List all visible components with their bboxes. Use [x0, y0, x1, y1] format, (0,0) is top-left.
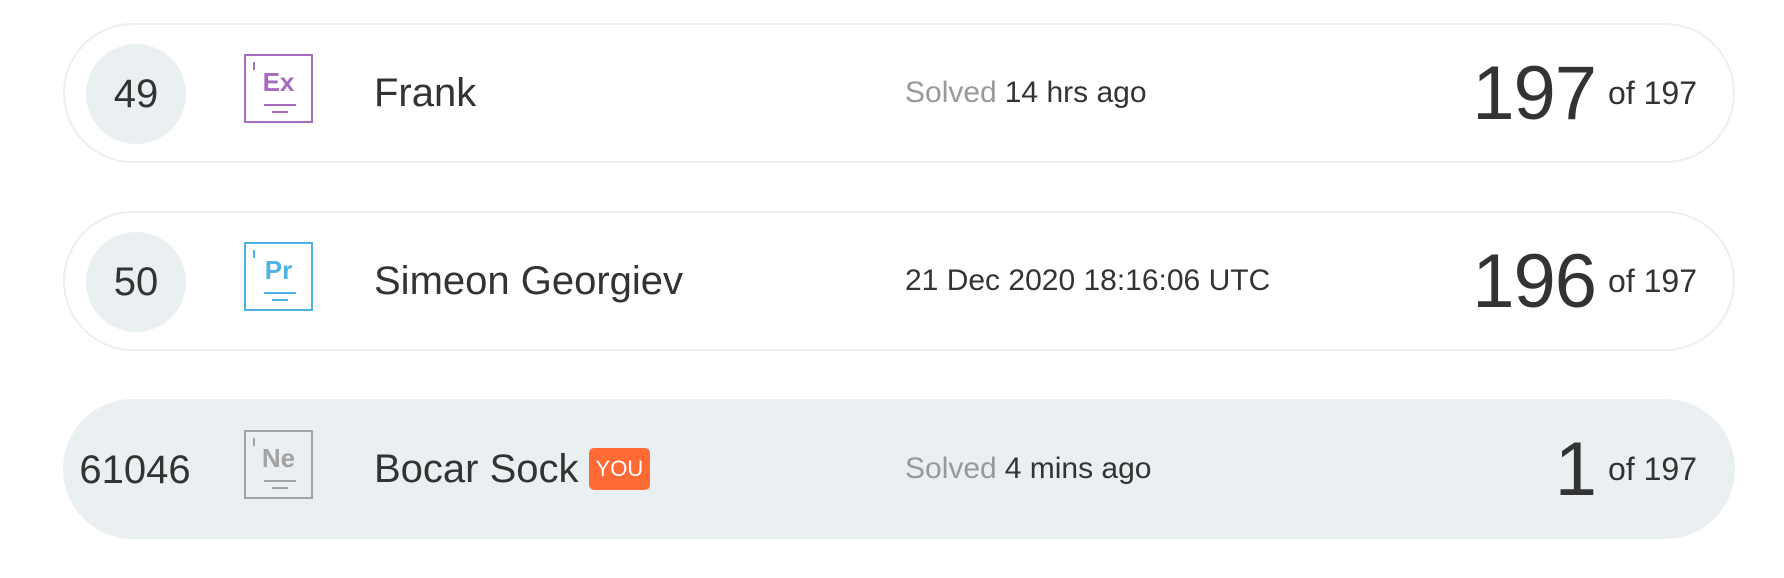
level-underline [264, 480, 296, 482]
status-value: 4 mins ago [1004, 452, 1152, 485]
level-underline [264, 292, 296, 294]
score-value: 1 [1554, 426, 1597, 512]
leaderboard-row-current-user[interactable]: 61046 Ne Bocar Sock YOU Solved 4 mins ag… [63, 399, 1735, 539]
user-name[interactable]: Simeon Georgiev [374, 213, 683, 349]
solved-status: Solved 4 mins ago [905, 401, 1151, 537]
score-total: of 197 [1608, 74, 1697, 111]
user-name-text[interactable]: Frank [374, 71, 476, 116]
status-prefix: Solved [905, 452, 997, 485]
level-underline-short [272, 487, 288, 489]
user-name-text[interactable]: Simeon Georgiev [374, 259, 683, 304]
level-icon: Ne [244, 430, 313, 499]
level-underline-short [272, 111, 288, 113]
level-icon: Ex [244, 54, 313, 123]
leaderboard-row[interactable]: 50 Pr Simeon Georgiev 21 Dec 2020 18:16:… [63, 211, 1735, 351]
score-total: of 197 [1608, 450, 1697, 487]
level-symbol: Ex [262, 67, 295, 97]
score-total: of 197 [1608, 262, 1697, 299]
status-value: 21 Dec 2020 18:16:06 UTC [905, 264, 1271, 297]
user-name[interactable]: Frank [374, 25, 476, 161]
score: 1 of 197 [1555, 401, 1697, 537]
solved-status: 21 Dec 2020 18:16:06 UTC [905, 213, 1270, 349]
status-prefix: Solved [905, 76, 997, 109]
level-underline-short [272, 299, 288, 301]
score: 197 of 197 [1472, 25, 1697, 161]
rank-badge: 61046 [79, 447, 191, 492]
user-name[interactable]: Bocar Sock YOU [374, 401, 651, 537]
leaderboard: 49 Ex Frank Solved 14 hrs ago 197 of 197… [0, 0, 1784, 578]
rank-badge: 49 [86, 44, 186, 144]
leaderboard-row[interactable]: 49 Ex Frank Solved 14 hrs ago 197 of 197 [63, 23, 1735, 163]
score-value: 196 [1472, 238, 1597, 324]
rank-badge: 50 [86, 232, 186, 332]
level-underline [264, 104, 296, 106]
level-symbol: Pr [264, 255, 293, 285]
status-value: 14 hrs ago [1004, 76, 1147, 109]
user-name-text[interactable]: Bocar Sock [374, 447, 579, 492]
level-icon: Pr [244, 242, 313, 311]
score: 196 of 197 [1472, 213, 1697, 349]
solved-status: Solved 14 hrs ago [905, 25, 1147, 161]
score-value: 197 [1472, 50, 1597, 136]
level-symbol: Ne [261, 443, 296, 473]
you-badge: YOU [588, 448, 651, 490]
